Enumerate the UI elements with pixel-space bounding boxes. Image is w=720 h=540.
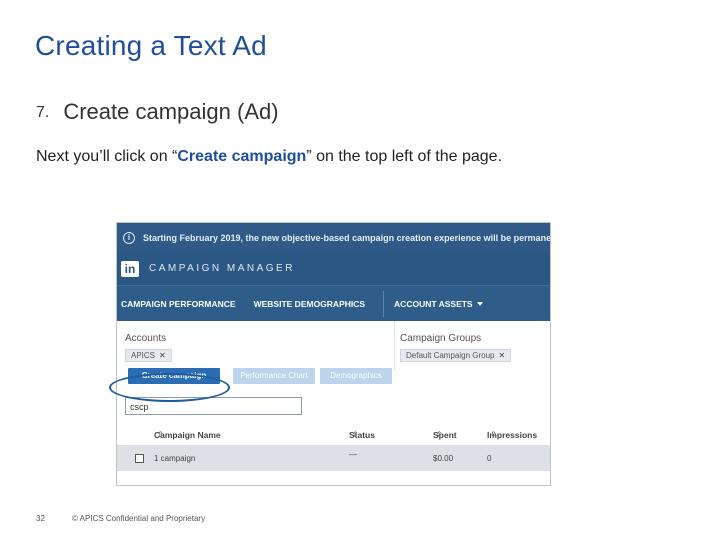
campaign-groups-column: [394, 321, 550, 371]
info-icon: i: [123, 231, 135, 244]
linkedin-logo-icon[interactable]: in: [121, 260, 139, 277]
campaign-groups-chip-label: Default Campaign Group: [406, 351, 495, 360]
instruction-text: Next you’ll click on “Create campaign” o…: [36, 148, 502, 166]
row-status: —: [349, 450, 357, 459]
instruction-after: ” on the top left of the page.: [306, 148, 503, 165]
close-icon[interactable]: ✕: [159, 351, 166, 360]
page-number: 32: [36, 514, 45, 523]
campaign-manager-screenshot: i Starting February 2019, the new object…: [116, 222, 551, 486]
accounts-label: Accounts: [125, 333, 167, 344]
nav-divider: [383, 290, 385, 317]
sort-icon: ⇕: [157, 430, 164, 439]
nav-account-assets[interactable]: ACCOUNT ASSETS: [394, 299, 483, 309]
main-panel: Accounts APICS ✕ Campaign Groups Default …: [117, 321, 550, 485]
nav-website-demographics[interactable]: WEBSITE DEMOGRAPHICS: [254, 299, 365, 309]
accounts-chip[interactable]: APICS ✕: [125, 349, 172, 362]
row-spent: $0.00: [433, 454, 454, 463]
copyright-text: © APICS Confidential and Proprietary: [72, 514, 206, 523]
row-checkbox[interactable]: [135, 454, 144, 463]
column-campaign-name-label: Campaign Name: [154, 430, 221, 440]
top-nav: CAMPAIGN PERFORMANCE WEBSITE DEMOGRAPHIC…: [117, 285, 550, 321]
performance-chart-button[interactable]: Performance Chart: [233, 368, 315, 384]
sort-icon: ⇕: [352, 430, 359, 439]
search-input[interactable]: cscp: [125, 397, 302, 415]
brand-bar: in CAMPAIGN MANAGER: [117, 252, 550, 285]
create-campaign-button[interactable]: Create campaign: [128, 368, 220, 384]
slide-title: Creating a Text Ad: [35, 30, 267, 61]
instruction-before: Next you’ll click on “: [36, 148, 178, 165]
instruction-highlight: Create campaign: [177, 148, 307, 165]
caret-down-icon: [476, 301, 483, 306]
step-number: 7.: [36, 104, 50, 121]
brand-name: CAMPAIGN MANAGER: [149, 263, 295, 274]
row-impressions: 0: [487, 454, 492, 463]
campaign-groups-label: Campaign Groups: [400, 333, 482, 344]
step-heading: 7. Create campaign (Ad): [36, 99, 279, 125]
row-campaign-name[interactable]: 1 campaign: [154, 454, 195, 463]
table-row[interactable]: 1 campaign — $0.00 0: [117, 445, 550, 471]
nav-account-assets-label: ACCOUNT ASSETS: [394, 298, 473, 309]
accounts-chip-label: APICS: [131, 351, 156, 360]
alert-text: Starting February 2019, the new objectiv…: [143, 232, 550, 243]
table-header: Campaign Name ⇕ Status ⇕ Spent ⇕ Impression…: [117, 422, 550, 440]
step-text: Create campaign (Ad): [63, 99, 279, 124]
campaign-groups-chip[interactable]: Default Campaign Group ✕: [400, 349, 512, 362]
demographics-button[interactable]: Demographics: [320, 368, 392, 384]
sort-icon: ⇕: [490, 430, 497, 439]
close-icon[interactable]: ✕: [499, 351, 506, 360]
alert-banner: i Starting February 2019, the new object…: [117, 223, 550, 252]
sort-icon: ⇕: [436, 430, 443, 439]
nav-campaign-performance[interactable]: CAMPAIGN PERFORMANCE: [121, 299, 236, 309]
